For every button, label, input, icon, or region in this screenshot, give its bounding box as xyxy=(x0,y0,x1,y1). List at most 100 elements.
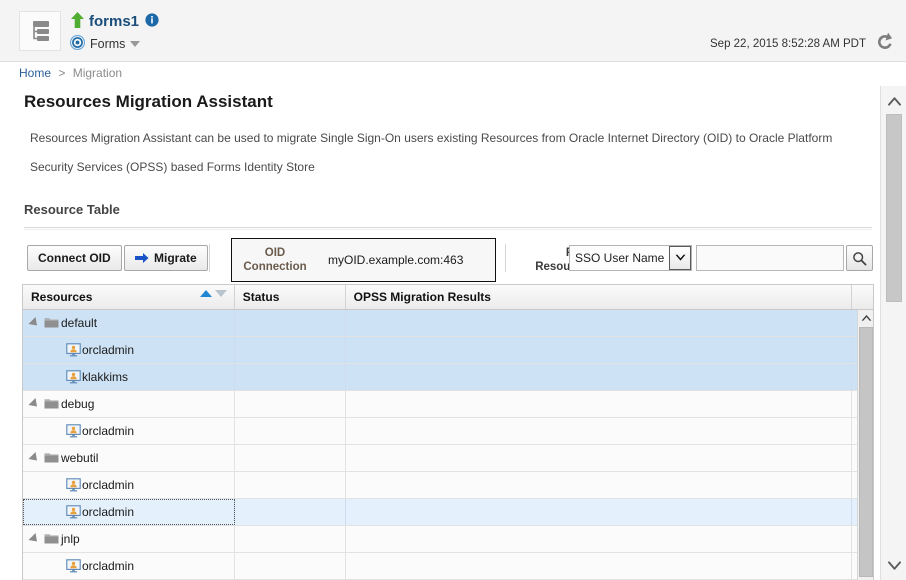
table-cell-resource-label: jnlp xyxy=(61,532,80,546)
page-title: Resources Migration Assistant xyxy=(24,92,273,111)
column-header-status-label: Status xyxy=(242,290,280,304)
chevron-down-icon[interactable] xyxy=(669,246,691,270)
table-row[interactable]: orcladmin xyxy=(23,337,873,364)
table-cell-resource[interactable]: default xyxy=(23,310,235,336)
breadcrumb-separator: > xyxy=(58,66,66,80)
table-cell-opss-migration-results xyxy=(346,310,853,336)
table-vertical-scrollbar[interactable] xyxy=(857,310,873,580)
page-vertical-scrollbar[interactable] xyxy=(880,86,906,580)
breadcrumb-item-home[interactable]: Home xyxy=(19,66,51,80)
table-cell-resource[interactable]: jnlp xyxy=(23,526,235,552)
table-row[interactable]: jnlp xyxy=(23,526,873,553)
chevron-down-icon[interactable] xyxy=(130,41,141,47)
column-header-opss-migration-results[interactable]: OPSS Migration Results xyxy=(346,285,853,309)
main-content: Resources Migration Assistant Resources … xyxy=(0,86,878,580)
user-icon xyxy=(66,559,81,573)
filter-type-select[interactable]: SSO User Name xyxy=(569,245,692,271)
table-cell-status xyxy=(235,526,346,552)
user-icon xyxy=(66,478,81,492)
oid-connection-panel: OID Connection myOID.example.com:463 xyxy=(231,238,496,282)
table-cell-opss-migration-results xyxy=(346,418,853,444)
search-icon xyxy=(853,251,867,265)
table-cell-resource-label: orcladmin xyxy=(82,424,135,438)
table-cell-resource[interactable]: orcladmin xyxy=(23,472,235,498)
table-scrollbar-thumb[interactable] xyxy=(859,327,873,577)
app-type-menu[interactable]: Forms xyxy=(69,34,159,54)
column-header-spacer xyxy=(852,285,873,309)
table-cell-resource-label: debug xyxy=(61,397,95,411)
migrate-button-label: Migrate xyxy=(154,251,197,265)
table-cell-resource[interactable]: orcladmin xyxy=(23,337,235,363)
blue-right-arrow-icon xyxy=(135,252,149,264)
chevron-up-icon[interactable] xyxy=(858,310,873,326)
table-header-row: Resources Status OPSS Migration Results xyxy=(23,285,873,310)
table-cell-status xyxy=(235,364,346,390)
table-cell-resource[interactable]: klakkims xyxy=(23,364,235,390)
table-cell-status xyxy=(235,391,346,417)
oid-connection-value: myOID.example.com:463 xyxy=(328,253,464,267)
triangle-up-icon[interactable] xyxy=(199,290,212,297)
table-cell-resource-label: default xyxy=(61,316,98,330)
table-cell-resource-label: orcladmin xyxy=(82,478,135,492)
table-cell-opss-migration-results xyxy=(346,364,853,390)
column-header-resources-label: Resources xyxy=(31,290,93,304)
folder-icon xyxy=(44,317,59,329)
table-cell-resource[interactable]: webutil xyxy=(23,445,235,471)
tree-expand-toggle-icon[interactable] xyxy=(28,451,41,465)
app-type-label: Forms xyxy=(90,37,126,51)
section-divider xyxy=(24,227,872,228)
table-cell-resource[interactable]: orcladmin xyxy=(23,553,235,579)
chevron-down-icon[interactable] xyxy=(885,556,903,574)
column-header-opss-migration-results-label: OPSS Migration Results xyxy=(353,290,491,304)
table-row[interactable]: debug xyxy=(23,391,873,418)
table-toolbar: Connect OID Migrate OID Connection myOID… xyxy=(24,236,873,282)
table-cell-resource-label: webutil xyxy=(61,451,99,465)
table-row[interactable]: orcladmin xyxy=(23,418,873,445)
table-cell-status xyxy=(235,337,346,363)
table-cell-opss-migration-results xyxy=(346,553,853,579)
page-title-app-name: forms1 xyxy=(89,12,140,30)
migrate-button[interactable]: Migrate xyxy=(124,245,208,271)
user-icon xyxy=(66,370,81,384)
user-icon xyxy=(66,505,81,519)
column-header-status[interactable]: Status xyxy=(235,285,346,309)
breadcrumb: Home > Migration xyxy=(19,66,122,80)
table-cell-resource-label: orcladmin xyxy=(82,505,135,519)
filter-search-input[interactable] xyxy=(696,245,844,271)
table-cell-resource-label: orcladmin xyxy=(82,343,135,357)
tree-expand-toggle-icon[interactable] xyxy=(28,316,41,330)
folder-icon xyxy=(44,398,59,410)
page-scrollbar-thumb[interactable] xyxy=(886,114,902,302)
table-cell-status xyxy=(235,418,346,444)
table-cell-opss-migration-results xyxy=(346,391,853,417)
table-row[interactable]: orcladmin xyxy=(23,553,873,580)
table-cell-opss-migration-results xyxy=(346,445,853,471)
table-row[interactable]: orcladmin xyxy=(23,472,873,499)
table-cell-resource-label: klakkims xyxy=(82,370,129,384)
table-cell-status xyxy=(235,553,346,579)
chevron-up-icon[interactable] xyxy=(885,92,903,110)
page-root: forms1 Forms Sep 22, 2015 8:52:28 AM PDT… xyxy=(0,0,906,580)
folder-icon xyxy=(44,452,59,464)
search-button[interactable] xyxy=(846,245,873,271)
page-description: Resources Migration Assistant can be use… xyxy=(30,131,833,174)
tree-expand-toggle-icon[interactable] xyxy=(28,397,41,411)
table-row[interactable]: default xyxy=(23,310,873,337)
refresh-icon[interactable] xyxy=(873,30,897,54)
connect-oid-button[interactable]: Connect OID xyxy=(27,245,122,271)
table-row[interactable]: klakkims xyxy=(23,364,873,391)
table-cell-resource[interactable]: orcladmin xyxy=(23,499,235,525)
filter-type-select-value: SSO User Name xyxy=(575,251,665,265)
table-row[interactable]: orcladmin xyxy=(23,499,873,526)
table-cell-resource[interactable]: debug xyxy=(23,391,235,417)
column-header-resources[interactable]: Resources xyxy=(23,285,235,309)
table-cell-resource[interactable]: orcladmin xyxy=(23,418,235,444)
info-icon[interactable] xyxy=(145,12,159,30)
triangle-down-icon[interactable] xyxy=(214,290,227,297)
table-row[interactable]: webutil xyxy=(23,445,873,472)
tree-outline-icon[interactable] xyxy=(19,11,61,51)
tree-expand-toggle-icon[interactable] xyxy=(28,532,41,546)
sort-controls[interactable] xyxy=(199,290,227,297)
table-cell-opss-migration-results xyxy=(346,337,853,363)
toolbar-divider-2 xyxy=(505,244,506,272)
